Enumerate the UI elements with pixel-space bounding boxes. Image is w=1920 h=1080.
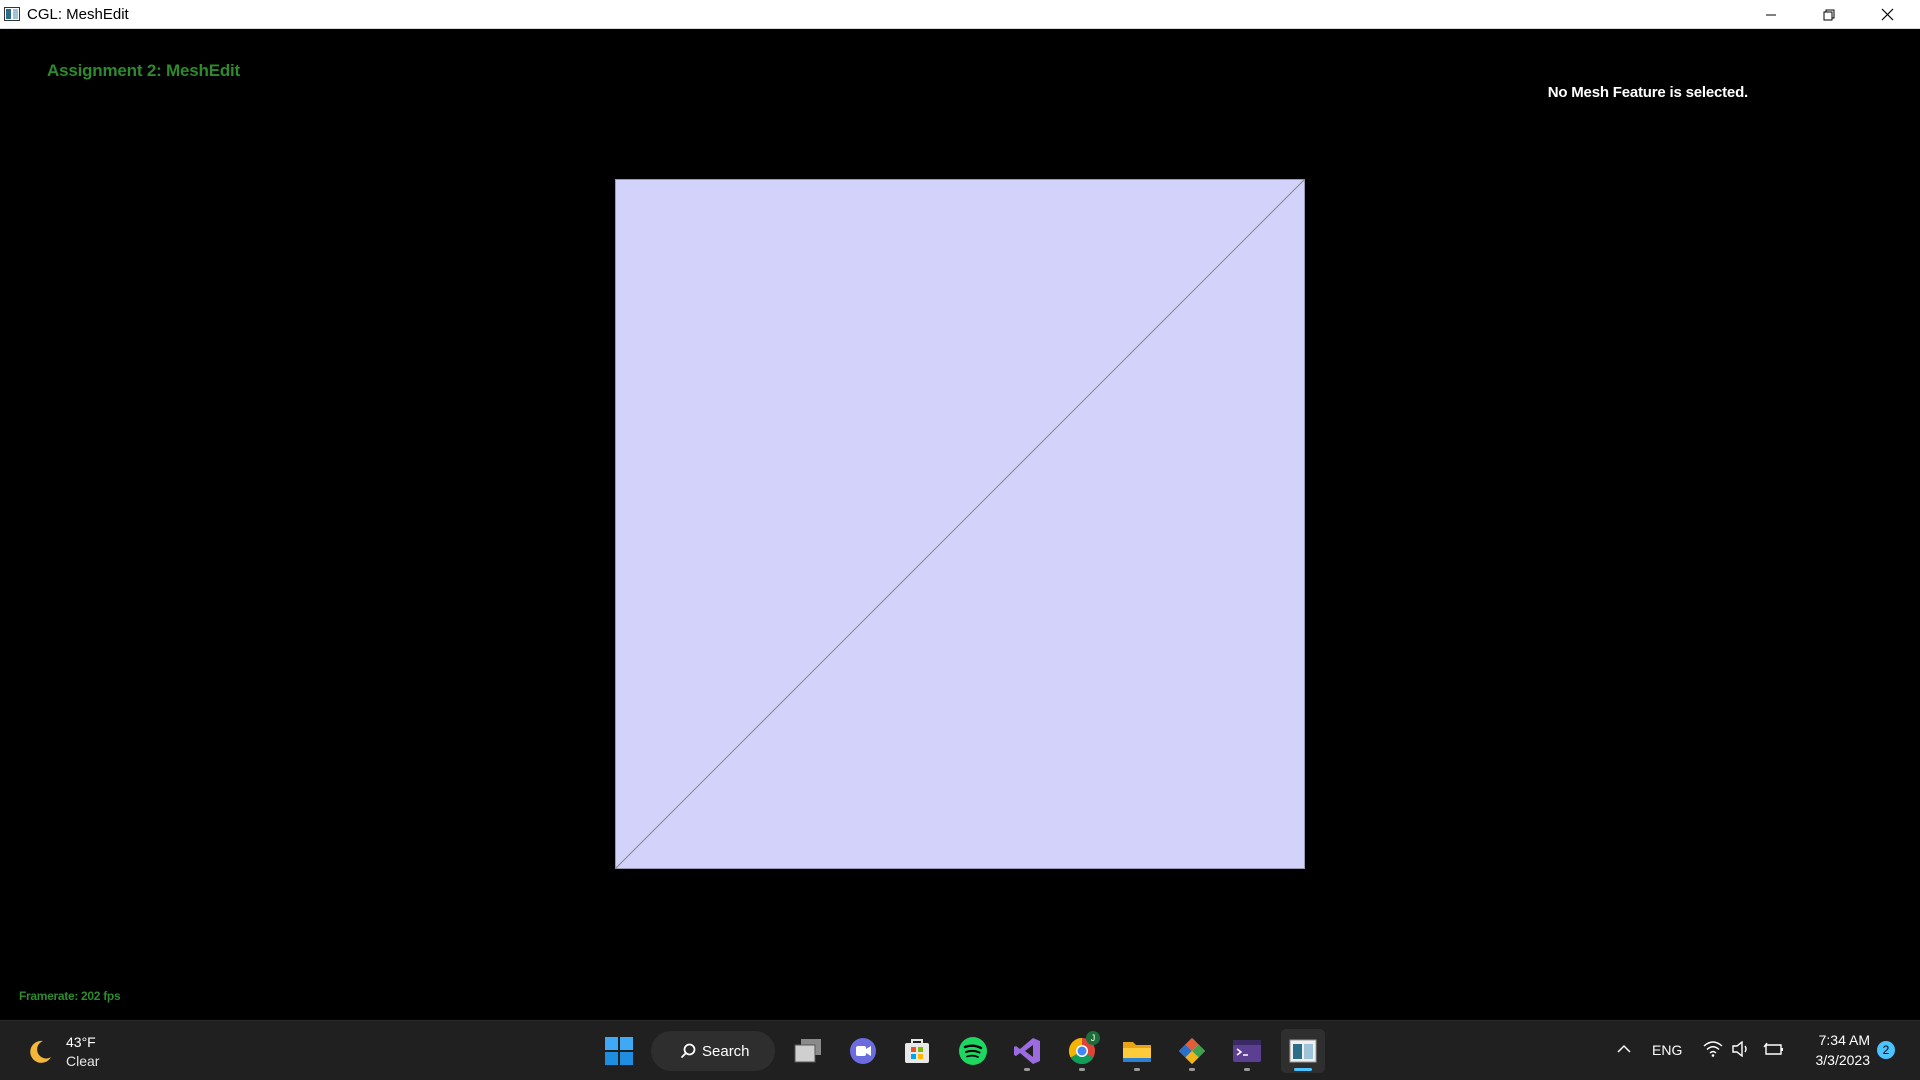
visual-studio-icon bbox=[1014, 1038, 1040, 1064]
moon-icon bbox=[30, 1040, 51, 1063]
task-view-icon bbox=[794, 1039, 821, 1063]
start-button[interactable] bbox=[597, 1029, 641, 1073]
meshedit-taskbar-button[interactable] bbox=[1281, 1029, 1325, 1073]
store-button[interactable] bbox=[895, 1029, 939, 1073]
file-explorer-button[interactable] bbox=[1115, 1029, 1159, 1073]
battery-icon[interactable] bbox=[1763, 1041, 1785, 1057]
wifi-icon[interactable] bbox=[1703, 1041, 1723, 1057]
weather-widget[interactable]: 43°F Clear bbox=[24, 1031, 144, 1071]
framerate-label: Framerate: 202 fps bbox=[19, 989, 121, 1003]
running-indicator bbox=[1244, 1068, 1250, 1071]
running-indicator bbox=[1024, 1068, 1030, 1071]
mesh-viewport[interactable]: Assignment 2: MeshEdit No Mesh Feature i… bbox=[0, 29, 1920, 1020]
volume-icon[interactable] bbox=[1731, 1041, 1751, 1057]
language-indicator[interactable]: ENG bbox=[1652, 1042, 1682, 1058]
minimize-icon bbox=[1766, 14, 1776, 15]
system-clock[interactable]: 7:34 AM 3/3/2023 bbox=[1800, 1030, 1871, 1070]
terminal-button[interactable] bbox=[1225, 1029, 1269, 1073]
visual-studio-button[interactable] bbox=[1005, 1029, 1049, 1073]
running-indicator bbox=[1189, 1068, 1195, 1071]
spotify-icon bbox=[959, 1037, 987, 1065]
weather-temp: 43°F bbox=[66, 1034, 96, 1050]
clock-date: 3/3/2023 bbox=[1815, 1052, 1871, 1068]
chat-icon bbox=[850, 1038, 876, 1064]
selection-status: No Mesh Feature is selected. bbox=[1547, 84, 1749, 101]
git-icon bbox=[1179, 1038, 1205, 1064]
search-label: Search bbox=[702, 1042, 750, 1060]
assignment-title: Assignment 2: MeshEdit bbox=[47, 61, 241, 80]
store-icon bbox=[905, 1039, 929, 1063]
chat-button[interactable] bbox=[841, 1029, 885, 1073]
taskbar-search[interactable]: Search bbox=[651, 1031, 775, 1071]
active-indicator bbox=[1294, 1068, 1312, 1071]
minimize-button[interactable] bbox=[1742, 0, 1800, 29]
running-indicator bbox=[1079, 1068, 1085, 1071]
close-icon bbox=[1881, 8, 1893, 21]
task-view-button[interactable] bbox=[786, 1029, 830, 1073]
clock-time: 7:34 AM bbox=[1818, 1032, 1870, 1048]
windows-logo-icon bbox=[605, 1037, 633, 1065]
chrome-button[interactable]: J bbox=[1060, 1029, 1104, 1073]
notification-badge[interactable]: 2 bbox=[1877, 1041, 1895, 1059]
chrome-profile-badge: J bbox=[1086, 1031, 1100, 1045]
app-icon bbox=[4, 7, 20, 21]
title-bar[interactable]: CGL: MeshEdit bbox=[0, 0, 1920, 29]
chevron-up-icon[interactable] bbox=[1616, 1043, 1632, 1055]
git-tool-button[interactable] bbox=[1170, 1029, 1214, 1073]
meshedit-app-icon bbox=[1289, 1039, 1317, 1063]
taskbar: 43°F Clear Search J ENG 7:34 AM 3/3/2023… bbox=[0, 1020, 1920, 1080]
spotify-button[interactable] bbox=[951, 1029, 995, 1073]
restore-icon bbox=[1823, 9, 1835, 20]
folder-icon bbox=[1123, 1042, 1151, 1062]
running-indicator bbox=[1134, 1068, 1140, 1071]
mesh-canvas[interactable] bbox=[615, 179, 1305, 869]
restore-button[interactable] bbox=[1800, 0, 1858, 29]
close-button[interactable] bbox=[1858, 0, 1916, 29]
terminal-icon bbox=[1233, 1040, 1261, 1062]
search-icon bbox=[680, 1043, 696, 1059]
window-title: CGL: MeshEdit bbox=[27, 6, 129, 23]
weather-condition: Clear bbox=[66, 1053, 100, 1069]
